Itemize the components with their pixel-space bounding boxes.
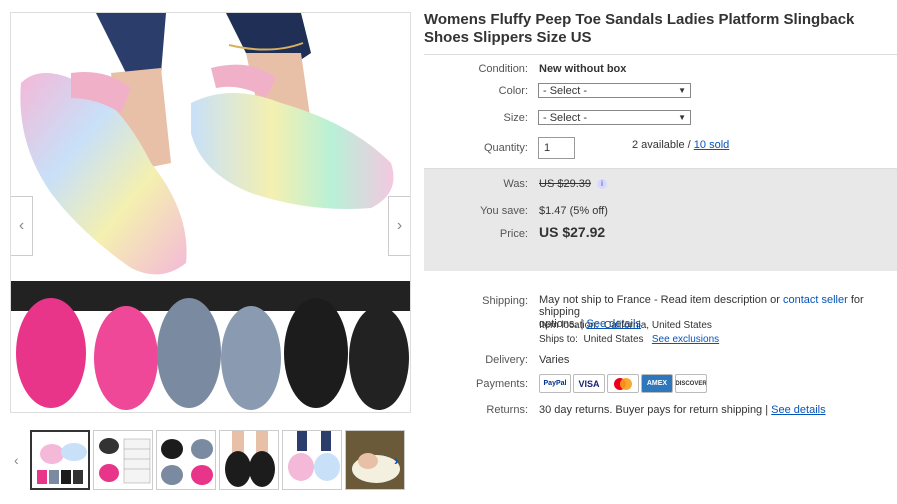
size-select[interactable]: - Select - ▼	[538, 110, 691, 125]
was-value: US $29.39	[539, 178, 591, 190]
returns-info: 30 day returns. Buyer pays for return sh…	[539, 404, 826, 416]
thumbnail-3[interactable]	[156, 430, 216, 490]
listing-title: Womens Fluffy Peep Toe Sandals Ladies Pl…	[424, 11, 855, 46]
price-label: Price:	[499, 228, 528, 240]
color-select[interactable]: - Select - ▼	[538, 83, 691, 98]
quantity-label: Quantity:	[483, 142, 528, 154]
amex-logo: AMEX	[641, 374, 673, 393]
info-icon[interactable]: i	[596, 179, 607, 190]
ships-to: Ships to: United States See exclusions	[539, 334, 719, 345]
thumbnail-strip: ‹ ›	[10, 430, 411, 492]
size-label: Size:	[503, 112, 528, 124]
availability: 2 available / 10 sold	[632, 139, 729, 151]
you-save-value: $1.47 (5% off)	[539, 205, 608, 217]
next-image-button[interactable]: ›	[388, 196, 410, 256]
color-label: Color:	[498, 85, 528, 97]
sold-link[interactable]: 10 sold	[694, 139, 729, 151]
delivery-value: Varies	[539, 354, 570, 366]
returns-see-details-link[interactable]: See details	[771, 404, 825, 416]
thumbs-next-icon[interactable]: ›	[394, 452, 399, 468]
condition-label: Condition:	[478, 63, 528, 75]
ships-to-label: Ships to:	[539, 334, 578, 345]
mastercard-logo	[607, 374, 639, 393]
thumbnail-1[interactable]	[30, 430, 90, 490]
thumbnail-5[interactable]	[282, 430, 342, 490]
caret-down-icon: ▼	[678, 113, 686, 122]
you-save-label: You save:	[480, 205, 528, 217]
returns-value: 30 day returns. Buyer pays for return sh…	[539, 404, 769, 416]
delivery-label: Delivery:	[485, 354, 528, 366]
was-label: Was:	[503, 178, 528, 190]
shipping-label: Shipping:	[482, 295, 528, 307]
condition-value: New without box	[539, 63, 627, 75]
ships-to-value: United States	[583, 334, 644, 345]
price-value: US $27.92	[539, 224, 606, 240]
main-product-image[interactable]: ‹ ›	[10, 12, 411, 413]
available-text: 2 available /	[632, 139, 691, 151]
item-location: Item location: California, United States	[539, 320, 712, 331]
thumbnail-4[interactable]	[219, 430, 279, 490]
size-select-value: - Select -	[543, 111, 588, 124]
visa-logo: VISA	[573, 374, 605, 393]
returns-label: Returns:	[486, 404, 528, 416]
was-price: US $29.39 i	[539, 178, 607, 190]
see-exclusions-link[interactable]: See exclusions	[652, 334, 719, 345]
thumbnail-2[interactable]	[93, 430, 153, 490]
prev-image-button[interactable]: ‹	[11, 196, 33, 256]
quantity-input[interactable]: 1	[538, 137, 575, 159]
product-photo	[11, 13, 410, 410]
caret-down-icon: ▼	[678, 86, 686, 95]
item-location-label: Item location:	[539, 320, 599, 331]
color-select-value: - Select -	[543, 84, 588, 97]
paypal-logo: PayPal	[539, 374, 571, 393]
discover-logo: DISCOVER	[675, 374, 707, 393]
payments-label: Payments:	[476, 378, 528, 390]
chevron-right-icon: ›	[396, 217, 403, 234]
shipping-line1: May not ship to France - Read item descr…	[539, 294, 780, 306]
title-divider	[424, 54, 897, 55]
chevron-left-icon: ‹	[18, 217, 25, 234]
thumbs-prev-icon[interactable]: ‹	[14, 452, 19, 468]
contact-seller-link[interactable]: contact seller	[783, 294, 848, 306]
item-location-value: California, United States	[604, 320, 712, 331]
